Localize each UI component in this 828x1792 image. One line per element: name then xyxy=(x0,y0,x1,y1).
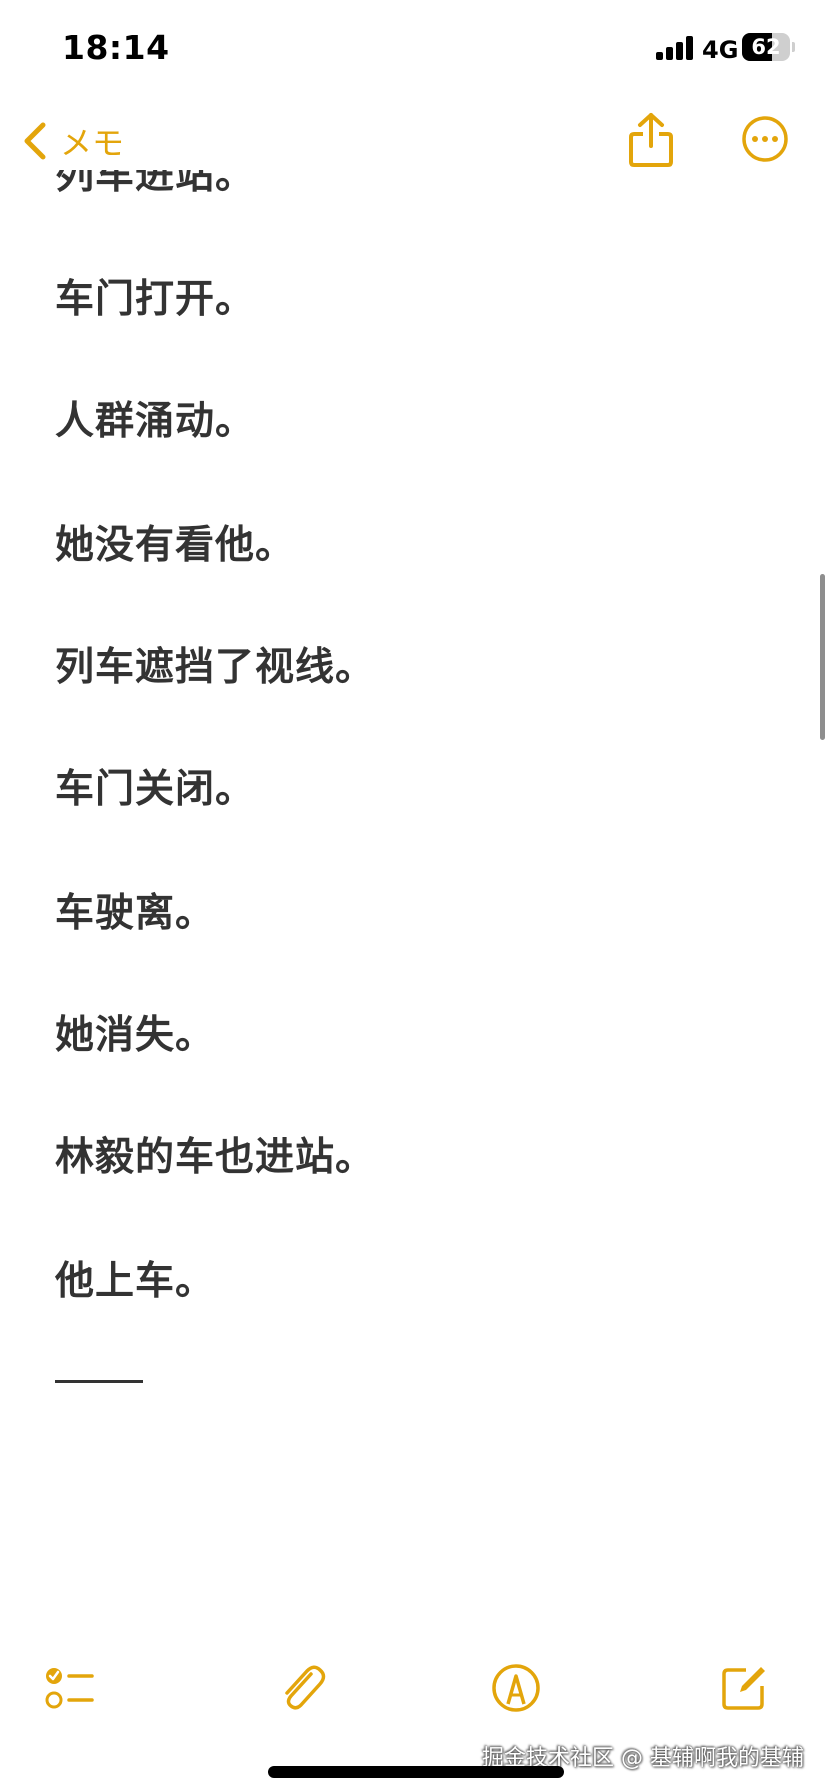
markup-pen-icon xyxy=(492,1664,540,1712)
compose-button[interactable] xyxy=(716,1660,772,1716)
battery-level: 62 xyxy=(751,35,781,59)
attachment-button[interactable] xyxy=(274,1660,330,1716)
note-line[interactable]: 他上车。 xyxy=(55,1250,215,1306)
note-line[interactable]: 她消失。 xyxy=(55,1004,215,1060)
note-line[interactable]: 人群涌动。 xyxy=(55,390,255,446)
bottom-toolbar xyxy=(0,1640,828,1740)
network-type: 4G xyxy=(702,36,739,64)
navigation-bar: メモ xyxy=(0,100,828,180)
more-button[interactable] xyxy=(740,114,790,164)
paperclip-icon xyxy=(285,1665,326,1710)
notes-screen: 18:14 4G 62 メモ 列车进站。 车门打开。 人群涌动。 她没有看他。 … xyxy=(0,0,828,1792)
note-line[interactable]: 车门关闭。 xyxy=(55,758,255,814)
status-bar: 18:14 4G 62 xyxy=(0,0,828,100)
home-indicator[interactable] xyxy=(268,1766,564,1778)
cellular-signal-icon xyxy=(656,36,696,60)
note-line[interactable]: 林毅的车也进站。 xyxy=(55,1126,375,1182)
note-body[interactable]: 列车进站。 车门打开。 人群涌动。 她没有看他。 列车遮挡了视线。 车门关闭。 … xyxy=(0,170,828,1620)
battery-icon: 62 xyxy=(742,33,795,61)
note-line[interactable]: 车门打开。 xyxy=(55,268,255,324)
note-line[interactable]: 列车遮挡了视线。 xyxy=(55,636,375,692)
share-button[interactable] xyxy=(628,112,674,168)
checklist-button[interactable] xyxy=(42,1660,98,1716)
scroll-indicator[interactable] xyxy=(820,574,825,740)
note-line[interactable]: 列车进站。 xyxy=(55,170,255,200)
compose-icon xyxy=(722,1667,765,1710)
share-icon xyxy=(629,113,673,167)
markup-button[interactable] xyxy=(488,1660,544,1716)
note-line[interactable]: 她没有看他。 xyxy=(55,514,295,570)
back-button[interactable]: メモ xyxy=(22,118,124,164)
note-line[interactable]: 车驶离。 xyxy=(55,882,215,938)
status-time: 18:14 xyxy=(62,28,170,67)
checklist-icon xyxy=(45,1668,94,1709)
ellipsis-circle-icon xyxy=(742,116,788,162)
chevron-left-icon xyxy=(24,122,46,160)
back-label: メモ xyxy=(60,124,125,162)
note-divider xyxy=(55,1380,143,1383)
